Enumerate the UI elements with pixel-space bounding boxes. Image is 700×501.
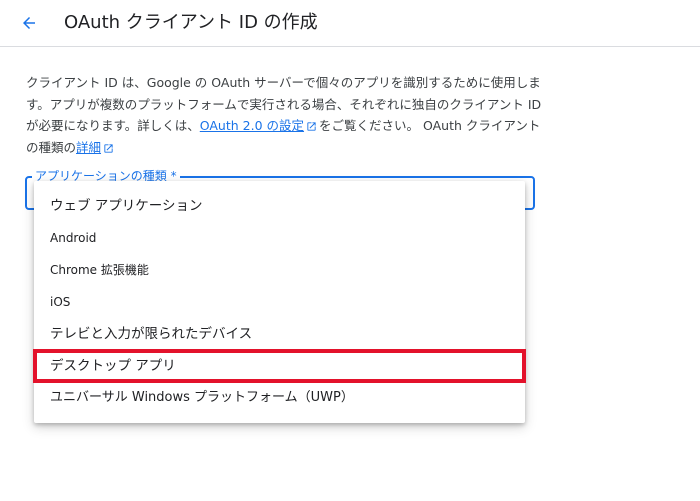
option-android[interactable]: Android (34, 222, 525, 254)
open-in-new-icon (104, 143, 113, 153)
details-link[interactable]: 詳細 (76, 140, 101, 155)
option-web-application[interactable]: ウェブ アプリケーション (34, 190, 525, 222)
page-title: OAuth クライアント ID の作成 (64, 12, 318, 33)
option-chrome-extension[interactable]: Chrome 拡張機能 (34, 254, 525, 286)
oauth-client-create-page: OAuth クライアント ID の作成 クライアント ID は、Google の… (0, 0, 700, 501)
option-uwp[interactable]: ユニバーサル Windows プラットフォーム（UWP） (34, 382, 525, 414)
page-header: OAuth クライアント ID の作成 (0, 0, 700, 47)
option-desktop-app[interactable]: デスクトップ アプリ (33, 349, 526, 383)
arrow-back-icon (23, 17, 35, 29)
description-text: クライアント ID は、Google の OAuth サーバーで個々のアプリを識… (26, 75, 542, 155)
open-in-new-icon (307, 122, 316, 131)
option-ios[interactable]: iOS (34, 286, 525, 318)
option-tv-limited-input[interactable]: テレビと入力が限られたデバイス (34, 318, 525, 350)
back-button[interactable] (14, 8, 44, 38)
oauth-settings-link[interactable]: OAuth 2.0 の設定 (200, 118, 304, 133)
application-type-dropdown: ウェブ アプリケーション Android Chrome 拡張機能 iOS テレビ… (33, 181, 526, 423)
